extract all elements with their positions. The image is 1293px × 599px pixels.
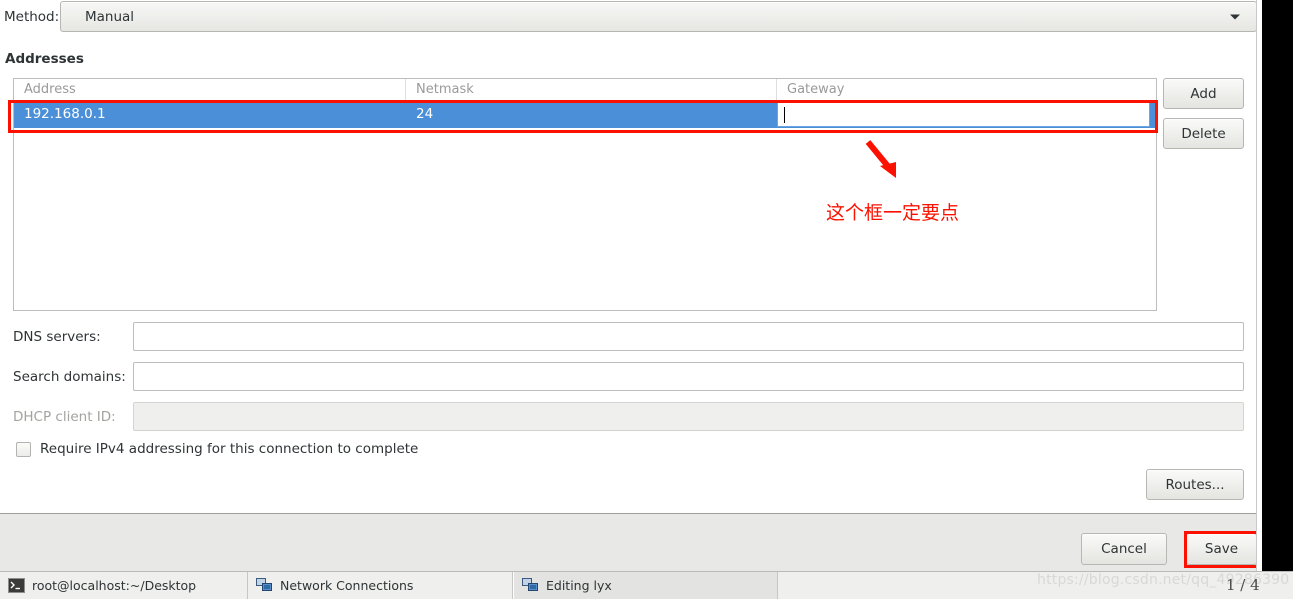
taskbar-item-editing-lyx[interactable]: Editing lyx (513, 572, 778, 599)
require-ipv4-checkbox[interactable] (16, 441, 31, 457)
search-domains-input[interactable] (133, 362, 1244, 391)
require-ipv4-row[interactable]: Require IPv4 addressing for this connect… (16, 441, 418, 457)
addresses-heading: Addresses (5, 51, 84, 67)
dns-servers-input[interactable] (133, 322, 1244, 351)
text-caret (784, 106, 785, 123)
network-icon (522, 578, 538, 591)
gateway-input[interactable] (777, 102, 1150, 127)
add-button[interactable]: Add (1163, 78, 1244, 109)
column-header-netmask[interactable]: Netmask (406, 79, 777, 100)
routes-button[interactable]: Routes... (1146, 469, 1244, 500)
method-value: Manual (85, 8, 135, 25)
taskbar-item-label: Network Connections (280, 578, 414, 593)
terminal-icon (8, 578, 25, 593)
cell-address[interactable]: 192.168.0.1 (14, 101, 406, 128)
screen: Method: Manual Addresses Address Netmask… (0, 0, 1293, 599)
table-row[interactable]: 192.168.0.1 24 (14, 101, 1156, 128)
search-domains-label: Search domains: (13, 368, 126, 385)
taskbar-item-label: root@localhost:~/Desktop (32, 578, 197, 593)
column-header-address[interactable]: Address (14, 79, 406, 100)
require-ipv4-label: Require IPv4 addressing for this connect… (40, 441, 419, 457)
cell-netmask[interactable]: 24 (406, 101, 777, 128)
table-header-row: Address Netmask Gateway (14, 79, 1156, 101)
column-header-gateway[interactable]: Gateway (777, 79, 1156, 100)
addresses-table[interactable]: Address Netmask Gateway 192.168.0.1 24 (13, 78, 1157, 311)
dns-servers-row: DNS servers: (13, 322, 1244, 351)
dhcp-client-id-label: DHCP client ID: (13, 408, 116, 425)
dhcp-client-id-input (133, 402, 1244, 431)
desktop-black-strip (1262, 0, 1293, 571)
save-button[interactable]: Save (1186, 533, 1257, 565)
dns-servers-label: DNS servers: (13, 328, 101, 345)
taskbar-item-label: Editing lyx (546, 578, 612, 593)
down-right-arrow-icon (865, 140, 896, 178)
annotation-note: 这个框一定要点 (826, 202, 960, 224)
page-indicator: 1 / 4 (1226, 576, 1260, 594)
cancel-button[interactable]: Cancel (1081, 533, 1167, 565)
taskbar-item-terminal[interactable]: root@localhost:~/Desktop (0, 572, 248, 599)
ipv4-settings-dialog: Method: Manual Addresses Address Netmask… (0, 0, 1262, 571)
dhcp-client-id-row: DHCP client ID: (13, 402, 1244, 431)
search-domains-row: Search domains: (13, 362, 1244, 391)
method-label: Method: (4, 8, 60, 25)
method-row: Method: Manual (0, 0, 1262, 33)
dialog-action-bar (0, 513, 1262, 571)
cell-gateway[interactable] (777, 102, 1156, 127)
taskbar-item-network-connections[interactable]: Network Connections (248, 572, 513, 599)
method-dropdown[interactable]: Manual (60, 1, 1257, 32)
network-icon (256, 578, 272, 591)
delete-button[interactable]: Delete (1163, 118, 1244, 149)
chevron-down-icon (1230, 14, 1240, 19)
